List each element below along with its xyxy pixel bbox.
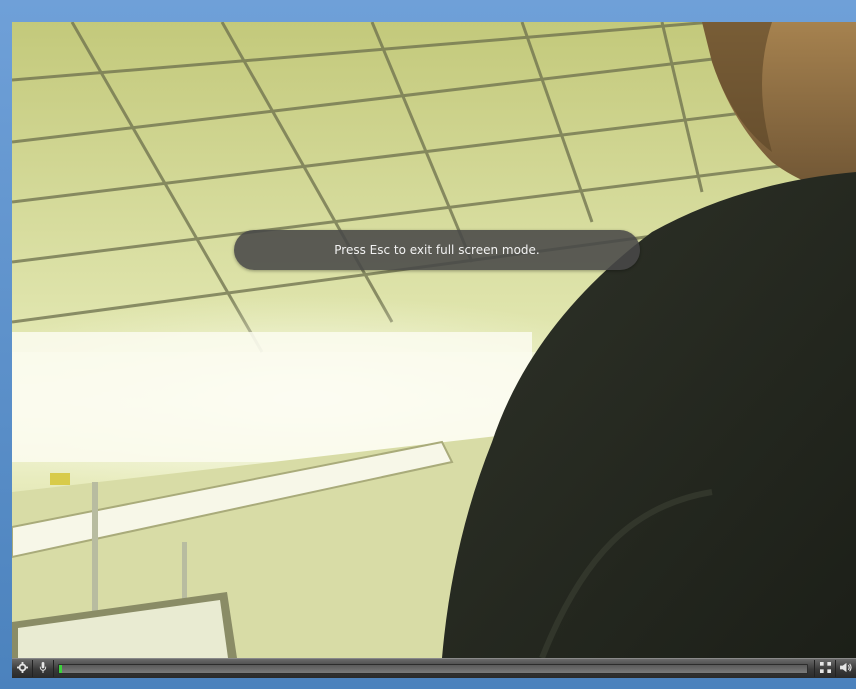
fullscreen-toast: Press Esc to exit full screen mode. (234, 230, 640, 270)
microphone-button[interactable] (33, 660, 54, 677)
fullscreen-button[interactable] (814, 660, 835, 677)
volume-button[interactable] (835, 660, 856, 677)
settings-icon (16, 661, 28, 676)
webcam-video (12, 22, 856, 658)
fullscreen-icon (819, 661, 831, 676)
fullscreen-toast-text: Press Esc to exit full screen mode. (334, 243, 540, 257)
volume-icon (840, 662, 852, 676)
settings-button[interactable] (12, 660, 33, 677)
progress-track[interactable] (58, 663, 808, 674)
microphone-icon (39, 661, 47, 676)
video-viewport[interactable]: Press Esc to exit full screen mode. (12, 22, 856, 658)
player-control-bar (12, 658, 856, 678)
progress-fill (59, 664, 62, 673)
